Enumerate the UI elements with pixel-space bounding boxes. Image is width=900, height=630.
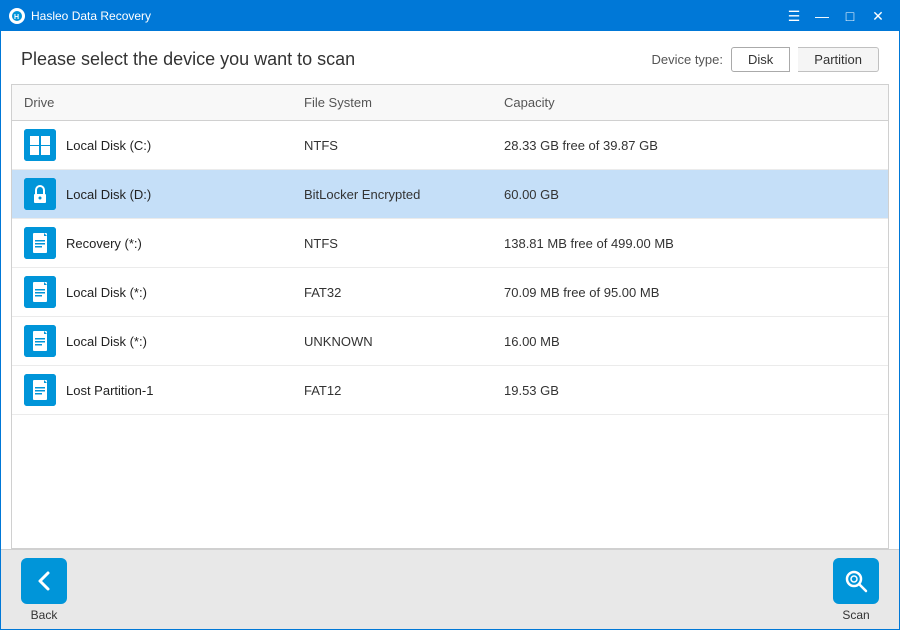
capacity-cell: 19.53 GB [492, 375, 888, 406]
window-controls: ☰ — □ ✕ [781, 6, 891, 26]
windows-drive-icon [24, 129, 56, 161]
table-row[interactable]: Local Disk (*:) UNKNOWN 16.00 MB [12, 317, 888, 366]
table-row[interactable]: Local Disk (D:) BitLocker Encrypted 60.0… [12, 170, 888, 219]
doc-drive-icon [24, 374, 56, 406]
drive-name: Local Disk (D:) [66, 187, 151, 202]
filesystem-cell: NTFS [292, 130, 492, 161]
scan-button[interactable]: Scan [833, 558, 879, 622]
drive-cell: Recovery (*:) [12, 219, 292, 267]
app-icon: H [9, 8, 25, 24]
partition-button[interactable]: Partition [798, 47, 879, 72]
lock-drive-icon [24, 178, 56, 210]
menu-button[interactable]: ☰ [781, 6, 807, 26]
header-row: Please select the device you want to sca… [1, 31, 899, 84]
scan-label: Scan [842, 608, 869, 622]
table-row[interactable]: Local Disk (*:) FAT32 70.09 MB free of 9… [12, 268, 888, 317]
table-header: Drive File System Capacity [12, 85, 888, 121]
drive-name: Local Disk (*:) [66, 285, 147, 300]
back-button[interactable]: Back [21, 558, 67, 622]
device-type-group: Device type: Disk Partition [651, 47, 879, 72]
drive-name: Local Disk (*:) [66, 334, 147, 349]
close-button[interactable]: ✕ [865, 6, 891, 26]
minimize-button[interactable]: — [809, 6, 835, 26]
svg-text:H: H [14, 14, 19, 21]
capacity-cell: 70.09 MB free of 95.00 MB [492, 277, 888, 308]
capacity-cell: 60.00 GB [492, 179, 888, 210]
table-row[interactable]: Local Disk (C:) NTFS 28.33 GB free of 39… [12, 121, 888, 170]
filesystem-cell: NTFS [292, 228, 492, 259]
maximize-button[interactable]: □ [837, 6, 863, 26]
disk-button[interactable]: Disk [731, 47, 790, 72]
title-bar: H Hasleo Data Recovery ☰ — □ ✕ [1, 1, 899, 31]
drive-cell: Local Disk (*:) [12, 268, 292, 316]
window-title: Hasleo Data Recovery [31, 9, 781, 23]
doc-drive-icon [24, 227, 56, 259]
table-body: Local Disk (C:) NTFS 28.33 GB free of 39… [12, 121, 888, 415]
filesystem-cell: BitLocker Encrypted [292, 179, 492, 210]
drive-table: Drive File System Capacity [11, 84, 889, 549]
table-row[interactable]: Recovery (*:) NTFS 138.81 MB free of 499… [12, 219, 888, 268]
main-window: H Hasleo Data Recovery ☰ — □ ✕ Please se… [0, 0, 900, 630]
bottom-bar: Back Scan [1, 549, 899, 629]
filesystem-cell: UNKNOWN [292, 326, 492, 357]
filesystem-cell: FAT12 [292, 375, 492, 406]
doc-drive-icon [24, 276, 56, 308]
scan-icon [833, 558, 879, 604]
column-filesystem: File System [292, 91, 492, 114]
drive-cell: Local Disk (D:) [12, 170, 292, 218]
capacity-cell: 28.33 GB free of 39.87 GB [492, 130, 888, 161]
capacity-cell: 16.00 MB [492, 326, 888, 357]
device-type-label: Device type: [651, 52, 723, 67]
page-title: Please select the device you want to sca… [21, 49, 355, 70]
drive-cell: Local Disk (C:) [12, 121, 292, 169]
capacity-cell: 138.81 MB free of 499.00 MB [492, 228, 888, 259]
drive-name: Lost Partition-1 [66, 383, 153, 398]
doc-drive-icon [24, 325, 56, 357]
column-drive: Drive [12, 91, 292, 114]
drive-name: Local Disk (C:) [66, 138, 151, 153]
filesystem-cell: FAT32 [292, 277, 492, 308]
content-area: Please select the device you want to sca… [1, 31, 899, 549]
drive-cell: Local Disk (*:) [12, 317, 292, 365]
back-icon [21, 558, 67, 604]
drive-cell: Lost Partition-1 [12, 366, 292, 414]
drive-name: Recovery (*:) [66, 236, 142, 251]
table-row[interactable]: Lost Partition-1 FAT12 19.53 GB [12, 366, 888, 415]
back-label: Back [31, 608, 58, 622]
column-capacity: Capacity [492, 91, 888, 114]
